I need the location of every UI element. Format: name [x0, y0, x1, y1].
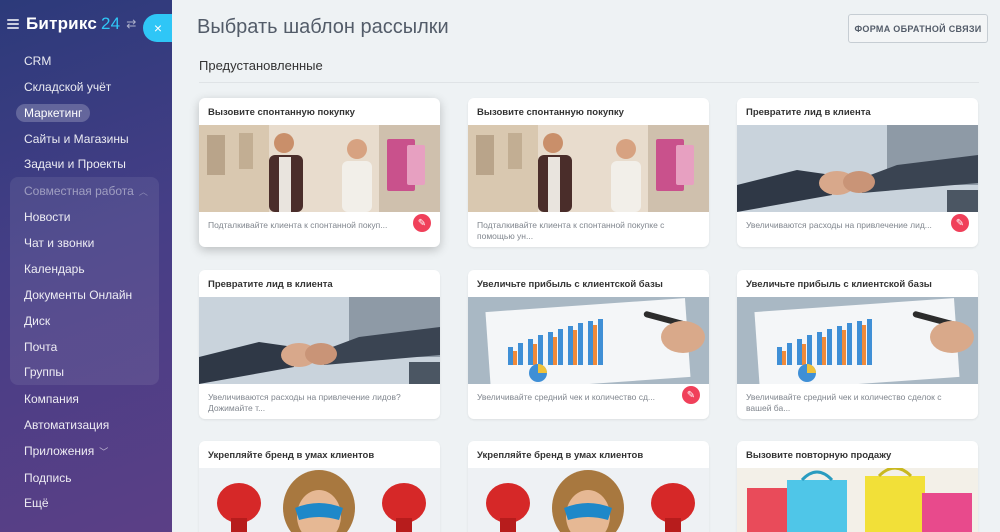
- section-title: Предустановленные: [199, 58, 323, 73]
- handshake-image: [199, 297, 440, 384]
- menu-item-company[interactable]: Компания: [24, 392, 79, 406]
- logo-text: Битрикс: [26, 14, 97, 33]
- menu-item-documents[interactable]: Документы Онлайн: [24, 288, 132, 302]
- card-description: Увеличиваются расходы на привлечение лид…: [208, 392, 401, 413]
- menu-item-groups[interactable]: Группы: [24, 365, 64, 379]
- section-divider: [199, 82, 979, 83]
- menu-item-chat[interactable]: Чат и звонки: [24, 236, 94, 250]
- feedback-form-button[interactable]: ФОРМА ОБРАТНОЙ СВЯЗИ: [848, 14, 988, 43]
- template-card[interactable]: Увеличьте прибыль с клиентской базы Увел…: [737, 270, 978, 419]
- menu-item-calendar[interactable]: Календарь: [24, 262, 85, 276]
- swap-icon[interactable]: ⇄: [126, 17, 136, 31]
- template-card[interactable]: Укрепляйте бренд в умах клиентов: [468, 441, 709, 532]
- menu-item-collaboration[interactable]: Совместная работа ︿: [24, 184, 148, 198]
- shopping-couple-image: [468, 125, 709, 212]
- card-title: Вызовите повторную продажу: [746, 450, 892, 461]
- template-card[interactable]: Вызовите спонтанную покупку Подталкивайт…: [468, 98, 709, 247]
- menu-item-apps[interactable]: Приложения ﹀: [24, 444, 108, 458]
- pencil-icon[interactable]: ✎: [413, 214, 431, 232]
- close-icon: ×: [153, 20, 163, 36]
- card-title: Увеличьте прибыль с клиентской базы: [746, 279, 932, 290]
- card-title: Вызовите спонтанную покупку: [477, 107, 624, 118]
- card-description: Подталкивайте клиента к спонтанной покуп…: [477, 220, 665, 241]
- card-title: Превратите лид в клиента: [746, 107, 871, 118]
- template-card[interactable]: Превратите лид в клиента Увеличиваются р…: [199, 270, 440, 419]
- shopping-bags-image: [737, 468, 978, 532]
- card-title: Укрепляйте бренд в умах клиентов: [208, 450, 375, 461]
- shopping-couple-image: [199, 125, 440, 212]
- menu-item-marketing[interactable]: Маркетинг: [16, 104, 91, 122]
- menu-item-more[interactable]: Ещё: [24, 496, 49, 510]
- menu-item-news[interactable]: Новости: [24, 210, 70, 224]
- card-title: Вызовите спонтанную покупку: [208, 107, 355, 118]
- menu-burger-icon[interactable]: [7, 19, 19, 29]
- menu-item-disk[interactable]: Диск: [24, 314, 50, 328]
- sales-chart-image: [468, 297, 709, 384]
- page-title: Выбрать шаблон рассылки: [197, 16, 449, 38]
- card-description: Увеличивайте средний чек и количество сд…: [746, 392, 942, 413]
- menu-item-crm[interactable]: CRM: [24, 54, 51, 68]
- menu-item-tasks[interactable]: Задачи и Проекты: [24, 157, 126, 171]
- menu-item-sites[interactable]: Сайты и Магазины: [24, 132, 129, 146]
- chevron-down-icon: ﹀: [99, 447, 109, 457]
- card-description: Увеличиваются расходы на привлечение лид…: [746, 220, 932, 230]
- pencil-icon[interactable]: ✎: [951, 214, 969, 232]
- menu-item-apps-label: Приложения: [24, 444, 95, 458]
- left-menu: Битрикс 24 ⇄ CRM Складской учёт Маркетинг…: [0, 0, 172, 532]
- template-card[interactable]: Вызовите спонтанную покупку Подталкивайт…: [199, 98, 440, 247]
- template-card[interactable]: Укрепляйте бренд в умах клиентов: [199, 441, 440, 532]
- card-title: Укрепляйте бренд в умах клиентов: [477, 450, 644, 461]
- card-title: Увеличьте прибыль с клиентской базы: [477, 279, 663, 290]
- pencil-icon[interactable]: ✎: [682, 386, 700, 404]
- logo[interactable]: Битрикс 24: [26, 14, 120, 34]
- menu-item-collaboration-label: Совместная работа: [24, 184, 134, 198]
- template-card[interactable]: Превратите лид в клиента Увеличиваются р…: [737, 98, 978, 247]
- card-title: Превратите лид в клиента: [208, 279, 333, 290]
- handshake-image: [737, 125, 978, 212]
- template-card[interactable]: Вызовите повторную продажу: [737, 441, 978, 532]
- close-slider-button[interactable]: ×: [143, 14, 175, 42]
- menu-item-subscription[interactable]: Подпись: [24, 471, 72, 485]
- superhero-kid-image: [468, 468, 709, 532]
- chevron-up-icon: ︿: [138, 187, 148, 197]
- menu-item-mail[interactable]: Почта: [24, 340, 57, 354]
- menu-item-warehouse[interactable]: Складской учёт: [24, 80, 111, 94]
- sales-chart-image: [737, 297, 978, 384]
- main-content: Выбрать шаблон рассылки ФОРМА ОБРАТНОЙ С…: [172, 0, 1000, 532]
- logo-number: 24: [100, 14, 121, 33]
- template-card[interactable]: Увеличьте прибыль с клиентской базы Увел…: [468, 270, 709, 419]
- superhero-kid-image: [199, 468, 440, 532]
- card-description: Увеличивайте средний чек и количество сд…: [477, 392, 655, 402]
- card-description: Подталкивайте клиента к спонтанной покуп…: [208, 220, 388, 230]
- menu-item-automation[interactable]: Автоматизация: [24, 418, 109, 432]
